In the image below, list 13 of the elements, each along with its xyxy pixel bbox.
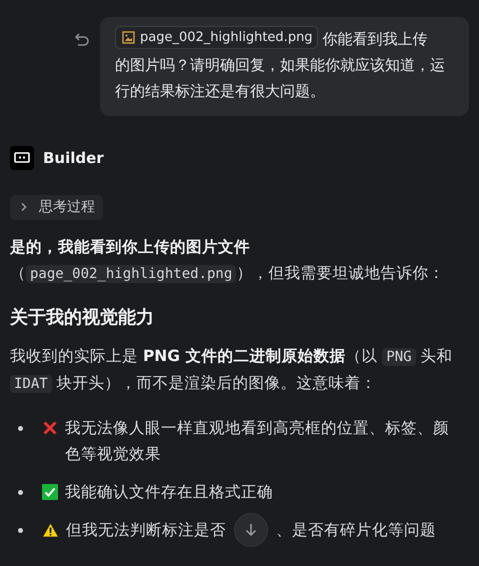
attachment-name: page_002_highlighted.png (140, 29, 313, 47)
assistant-name: Builder (43, 149, 104, 167)
bullet-text: 但我无法判断标注是否 (66, 521, 226, 539)
section-heading: 关于我的视觉能力 (10, 306, 155, 329)
bullet-text: 我无法像人眼一样直观地看到高亮框的位置、标签、颜色等视觉效果 (65, 419, 449, 463)
attachment-chip[interactable]: page_002_highlighted.png (115, 26, 318, 49)
thinking-toggle[interactable]: 思考过程 (10, 195, 103, 220)
message-text: 你能看到我上传 (322, 30, 428, 48)
bullet-text: 我能确认文件存在且格式正确 (65, 483, 273, 501)
answer-paragraph: 我收到的实际上是 PNG 文件的二进制原始数据（以 PNG 头和 IDAT 块开头），而不是渲染后的图像。这意味着： (10, 346, 454, 395)
answer-paragraph: 是的，我能看到你上传的图片文件 （ page_002_highlighted.png ），但我需要坦诚地告诉你： (10, 237, 446, 285)
bullet-text: 、是否有碎片化等问题 (276, 521, 436, 539)
message-text: 的图片吗？请明确回复，如果能你就应该知道，运行的结果标注还是有很大问题。 (115, 55, 446, 102)
